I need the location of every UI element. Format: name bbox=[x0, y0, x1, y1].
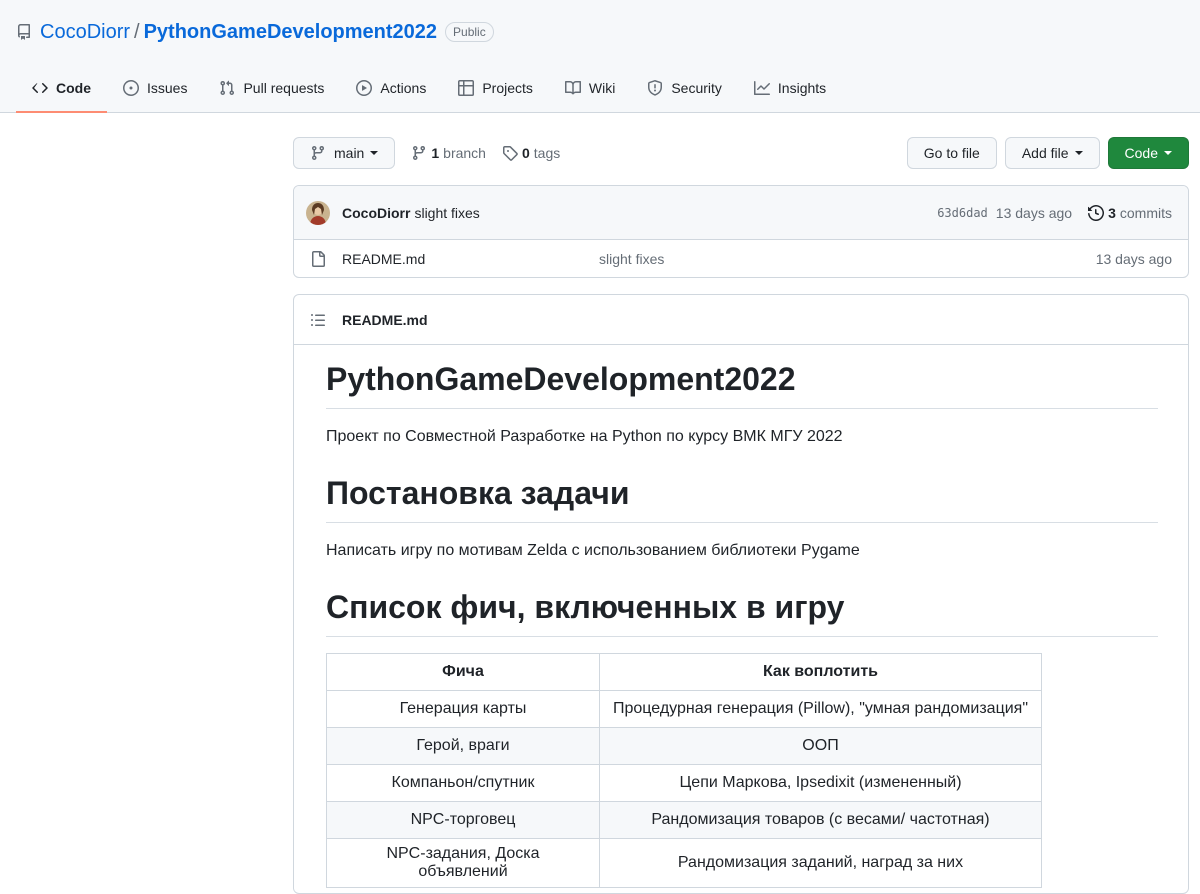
branch-name: main bbox=[334, 145, 365, 161]
branch-select-button[interactable]: main bbox=[293, 137, 396, 169]
table-cell: Герой, враги bbox=[326, 727, 600, 765]
commit-author-link[interactable]: CocoDiorr bbox=[342, 205, 410, 221]
repo-icon bbox=[16, 24, 32, 40]
commit-age: 13 days ago bbox=[995, 204, 1073, 221]
tab-pull-requests[interactable]: Pull requests bbox=[203, 64, 340, 112]
file-age: 13 days ago bbox=[1095, 250, 1172, 267]
file-name-link[interactable]: README.md bbox=[342, 251, 599, 267]
task-text: Написать игру по мотивам Zelda с использ… bbox=[326, 542, 860, 559]
tab-insights[interactable]: Insights bbox=[738, 64, 842, 112]
history-icon bbox=[1088, 204, 1105, 221]
code-button-label: Code bbox=[1124, 145, 1158, 161]
commit-sha-link[interactable]: 63d6dad bbox=[937, 206, 988, 220]
tag-count: 0 bbox=[521, 145, 530, 161]
table-cell: Компаньон/спутник bbox=[326, 764, 600, 802]
repo-name-link[interactable]: PythonGameDevelopment2022 bbox=[144, 21, 437, 44]
table-cell: Цепи Маркова, Ipsedixit (измененный) bbox=[599, 764, 1042, 802]
git-branch-icon bbox=[413, 146, 426, 161]
table-cell: NPC-торговец bbox=[326, 801, 600, 839]
file-icon bbox=[312, 250, 325, 267]
table-icon bbox=[458, 80, 475, 96]
table-cell: Процедурная генерация (Pillow), "умная р… bbox=[599, 690, 1042, 728]
issue-icon bbox=[123, 80, 139, 96]
visibility-badge: Public bbox=[445, 22, 494, 42]
latest-commit: CocoDiorr slight fixes 63d6dad 13 days a… bbox=[294, 186, 1188, 240]
table-row: NPC-задания, Доска объявлений Рандомизац… bbox=[326, 838, 1042, 888]
table-header-row: Фича Как воплотить bbox=[326, 653, 1042, 691]
tab-code[interactable]: Code bbox=[16, 64, 107, 113]
column-header: Как воплотить bbox=[599, 653, 1042, 691]
table-row: Генерация карты Процедурная генерация (P… bbox=[326, 690, 1042, 728]
branch-count: 1 bbox=[431, 145, 440, 161]
shield-icon bbox=[648, 80, 663, 96]
table-row: Герой, враги ООП bbox=[326, 727, 1042, 765]
column-header: Фича bbox=[326, 653, 600, 691]
table-cell: Рандомизация заданий, наград за них bbox=[599, 838, 1042, 888]
repo-header: CocoDiorr / PythonGameDevelopment2022 Pu… bbox=[0, 0, 1200, 113]
file-browser: CocoDiorr slight fixes 63d6dad 13 days a… bbox=[293, 185, 1189, 278]
file-row: README.md slight fixes 13 days ago bbox=[294, 240, 1188, 277]
chevron-down-icon bbox=[1074, 151, 1083, 155]
features-table: Фича Как воплотить Генерация карты Проце… bbox=[326, 653, 1042, 888]
features-heading: Список фич, включенных в игру bbox=[326, 587, 1158, 637]
tab-pull-requests-label: Pull requests bbox=[243, 80, 325, 96]
play-icon bbox=[356, 80, 373, 96]
commit-message-link[interactable]: slight fixes bbox=[414, 205, 479, 221]
repo-nav: Code Issues Pull requests Actions Projec… bbox=[16, 64, 842, 113]
file-commit-message-link[interactable]: slight fixes bbox=[599, 251, 1096, 267]
table-cell: Рандомизация товаров (с весами/ частотна… bbox=[599, 801, 1042, 839]
tab-insights-label: Insights bbox=[777, 80, 827, 96]
tab-wiki[interactable]: Wiki bbox=[549, 64, 631, 112]
code-icon bbox=[32, 83, 48, 93]
tab-security-label: Security bbox=[671, 80, 722, 96]
task-heading: Постановка задачи bbox=[326, 473, 1158, 523]
table-cell: NPC-задания, Доска объявлений bbox=[326, 838, 600, 888]
file-toolbar: main 1 branch 0 tags Go to file Add file… bbox=[293, 137, 1189, 169]
tab-wiki-label: Wiki bbox=[588, 80, 616, 96]
chevron-down-icon bbox=[1164, 151, 1172, 155]
readme-filename: README.md bbox=[342, 311, 428, 328]
readme-intro: Проект по Совместной Разработке на Pytho… bbox=[326, 428, 843, 445]
pull-request-icon bbox=[220, 80, 235, 96]
commits-history-link[interactable]: 3 commits bbox=[1088, 205, 1172, 221]
tab-projects-label: Projects bbox=[482, 80, 533, 96]
table-cell: ООП bbox=[599, 727, 1042, 765]
git-branch-icon bbox=[311, 146, 324, 161]
tag-count-label: tags bbox=[533, 145, 561, 161]
add-file-button[interactable]: Add file bbox=[1004, 137, 1100, 169]
path-separator: / bbox=[134, 20, 140, 43]
readme-content: PythonGameDevelopment2022 Проект по Совм… bbox=[326, 345, 1158, 888]
repo-title: CocoDiorr / PythonGameDevelopment2022 Pu… bbox=[16, 20, 494, 44]
code-dropdown-button[interactable]: Code bbox=[1107, 137, 1189, 169]
table-cell: Генерация карты bbox=[326, 690, 600, 728]
tag-icon bbox=[502, 146, 518, 161]
avatar[interactable] bbox=[306, 200, 330, 225]
branch-count-label: branch bbox=[443, 145, 486, 161]
add-file-label: Add file bbox=[1021, 145, 1069, 161]
tab-code-label: Code bbox=[56, 80, 91, 96]
tab-issues[interactable]: Issues bbox=[107, 64, 203, 112]
tab-actions[interactable]: Actions bbox=[340, 64, 442, 112]
tab-actions-label: Actions bbox=[380, 80, 427, 96]
chevron-down-icon bbox=[370, 151, 379, 155]
tags-link[interactable]: 0 tags bbox=[502, 145, 560, 161]
readme-panel: README.md PythonGameDevelopment2022 Прое… bbox=[293, 294, 1189, 894]
go-to-file-button[interactable]: Go to file bbox=[906, 137, 997, 169]
table-row: NPC-торговец Рандомизация товаров (с вес… bbox=[326, 801, 1042, 839]
commit-count-label: commits bbox=[1119, 204, 1172, 221]
list-unordered-icon[interactable] bbox=[310, 312, 326, 328]
tab-projects[interactable]: Projects bbox=[442, 64, 549, 112]
repo-owner-link[interactable]: CocoDiorr bbox=[40, 21, 130, 44]
commit-count: 3 bbox=[1108, 204, 1116, 221]
readme-header: README.md bbox=[294, 295, 1188, 345]
readme-title: PythonGameDevelopment2022 bbox=[326, 359, 1158, 409]
book-icon bbox=[564, 80, 581, 95]
tab-issues-label: Issues bbox=[147, 80, 188, 96]
branches-link[interactable]: 1 branch bbox=[411, 145, 486, 161]
table-row: Компаньон/спутник Цепи Маркова, Ipsedixi… bbox=[326, 764, 1042, 802]
graph-icon bbox=[753, 81, 770, 95]
tab-security[interactable]: Security bbox=[631, 64, 738, 112]
